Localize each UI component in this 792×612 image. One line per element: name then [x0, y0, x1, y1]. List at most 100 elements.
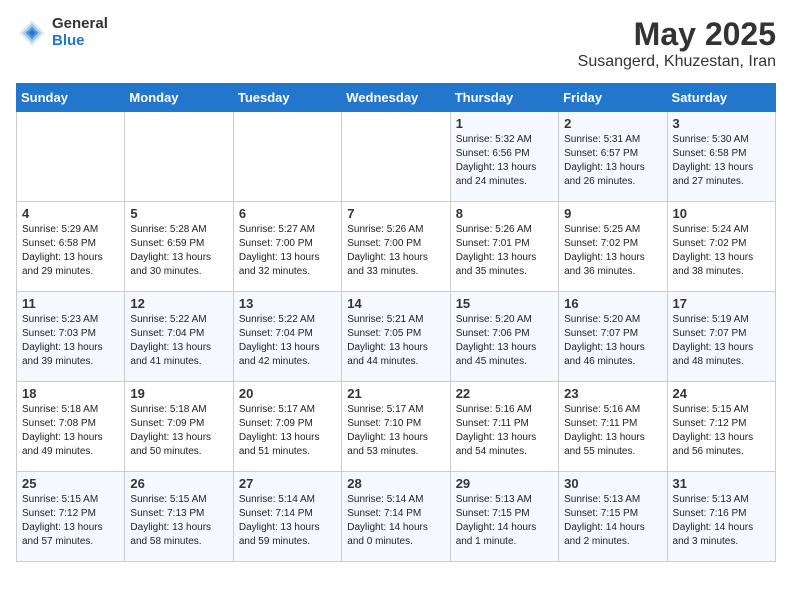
day-info-4: Sunrise: 5:29 AM Sunset: 6:58 PM Dayligh…	[22, 223, 119, 279]
cell-2-4: 15 Sunrise: 5:20 AM Sunset: 7:06 PM Dayli…	[450, 292, 558, 382]
cell-0-4: 1Sunrise: 5:32 AM Sunset: 6:56 PM Daylig…	[450, 112, 558, 202]
day-number-26: 26	[130, 476, 227, 491]
header-sunday: Sunday	[17, 84, 125, 112]
day-info-13: Sunrise: 5:22 AM Sunset: 7:04 PM Dayligh…	[239, 313, 336, 369]
cell-1-5: 9 Sunrise: 5:25 AM Sunset: 7:02 PM Daylig…	[559, 202, 667, 292]
header-thursday: Thursday	[450, 84, 558, 112]
day-info-25: Sunrise: 5:15 AM Sunset: 7:12 PM Dayligh…	[22, 493, 119, 549]
cell-0-5: 2 Sunrise: 5:31 AM Sunset: 6:57 PM Daylig…	[559, 112, 667, 202]
day-number-10: 10	[673, 206, 770, 221]
header: General Blue May 2025 Susangerd, Khuzest…	[16, 16, 776, 71]
day-number-15: 15	[456, 296, 553, 311]
subtitle: Susangerd, Khuzestan, Iran	[578, 53, 776, 71]
cell-3-2: 20Sunrise: 5:17 AM Sunset: 7:09 PM Dayli…	[233, 382, 341, 472]
cell-4-6: 31 Sunrise: 5:13 AM Sunset: 7:16 PM Dayli…	[667, 472, 775, 562]
day-info-12: Sunrise: 5:22 AM Sunset: 7:04 PM Dayligh…	[130, 313, 227, 369]
day-number-31: 31	[673, 476, 770, 491]
day-number-12: 12	[130, 296, 227, 311]
day-number-13: 13	[239, 296, 336, 311]
day-info-6: Sunrise: 5:27 AM Sunset: 7:00 PM Dayligh…	[239, 223, 336, 279]
cell-1-4: 8 Sunrise: 5:26 AM Sunset: 7:01 PM Daylig…	[450, 202, 558, 292]
day-info-29: Sunrise: 5:13 AM Sunset: 7:15 PM Dayligh…	[456, 493, 553, 549]
day-number-19: 19	[130, 386, 227, 401]
logo-text: General Blue	[52, 16, 108, 49]
cell-1-3: 7Sunrise: 5:26 AM Sunset: 7:00 PM Daylig…	[342, 202, 450, 292]
cell-3-0: 18 Sunrise: 5:18 AM Sunset: 7:08 PM Dayli…	[17, 382, 125, 472]
cell-1-6: 10 Sunrise: 5:24 AM Sunset: 7:02 PM Dayli…	[667, 202, 775, 292]
day-number-27: 27	[239, 476, 336, 491]
day-number-3: 3	[673, 116, 770, 131]
header-friday: Friday	[559, 84, 667, 112]
day-info-18: Sunrise: 5:18 AM Sunset: 7:08 PM Dayligh…	[22, 403, 119, 459]
logo-general: General	[52, 16, 108, 33]
day-number-8: 8	[456, 206, 553, 221]
day-info-26: Sunrise: 5:15 AM Sunset: 7:13 PM Dayligh…	[130, 493, 227, 549]
day-number-16: 16	[564, 296, 661, 311]
week-row-2: 4 Sunrise: 5:29 AM Sunset: 6:58 PM Daylig…	[17, 202, 776, 292]
day-info-3: Sunrise: 5:30 AM Sunset: 6:58 PM Dayligh…	[673, 133, 770, 189]
calendar-body: 1Sunrise: 5:32 AM Sunset: 6:56 PM Daylig…	[17, 112, 776, 562]
day-info-17: Sunrise: 5:19 AM Sunset: 7:07 PM Dayligh…	[673, 313, 770, 369]
day-info-22: Sunrise: 5:16 AM Sunset: 7:11 PM Dayligh…	[456, 403, 553, 459]
day-number-5: 5	[130, 206, 227, 221]
week-row-4: 18 Sunrise: 5:18 AM Sunset: 7:08 PM Dayli…	[17, 382, 776, 472]
day-number-17: 17	[673, 296, 770, 311]
cell-2-5: 16 Sunrise: 5:20 AM Sunset: 7:07 PM Dayli…	[559, 292, 667, 382]
header-row: Sunday Monday Tuesday Wednesday Thursday…	[17, 84, 776, 112]
week-row-3: 11 Sunrise: 5:23 AM Sunset: 7:03 PM Dayli…	[17, 292, 776, 382]
cell-4-3: 28Sunrise: 5:14 AM Sunset: 7:14 PM Dayli…	[342, 472, 450, 562]
day-number-14: 14	[347, 296, 444, 311]
cell-0-2	[233, 112, 341, 202]
calendar-table: Sunday Monday Tuesday Wednesday Thursday…	[16, 83, 776, 562]
day-info-11: Sunrise: 5:23 AM Sunset: 7:03 PM Dayligh…	[22, 313, 119, 369]
header-wednesday: Wednesday	[342, 84, 450, 112]
day-info-8: Sunrise: 5:26 AM Sunset: 7:01 PM Dayligh…	[456, 223, 553, 279]
day-info-23: Sunrise: 5:16 AM Sunset: 7:11 PM Dayligh…	[564, 403, 661, 459]
cell-2-0: 11 Sunrise: 5:23 AM Sunset: 7:03 PM Dayli…	[17, 292, 125, 382]
day-info-15: Sunrise: 5:20 AM Sunset: 7:06 PM Dayligh…	[456, 313, 553, 369]
day-info-14: Sunrise: 5:21 AM Sunset: 7:05 PM Dayligh…	[347, 313, 444, 369]
day-info-2: Sunrise: 5:31 AM Sunset: 6:57 PM Dayligh…	[564, 133, 661, 189]
logo-icon	[16, 17, 48, 49]
week-row-5: 25 Sunrise: 5:15 AM Sunset: 7:12 PM Dayli…	[17, 472, 776, 562]
day-number-23: 23	[564, 386, 661, 401]
cell-0-0	[17, 112, 125, 202]
day-number-7: 7	[347, 206, 444, 221]
cell-0-6: 3 Sunrise: 5:30 AM Sunset: 6:58 PM Daylig…	[667, 112, 775, 202]
day-info-24: Sunrise: 5:15 AM Sunset: 7:12 PM Dayligh…	[673, 403, 770, 459]
logo-blue: Blue	[52, 33, 108, 50]
day-number-28: 28	[347, 476, 444, 491]
day-info-9: Sunrise: 5:25 AM Sunset: 7:02 PM Dayligh…	[564, 223, 661, 279]
day-info-31: Sunrise: 5:13 AM Sunset: 7:16 PM Dayligh…	[673, 493, 770, 549]
day-number-24: 24	[673, 386, 770, 401]
cell-4-0: 25 Sunrise: 5:15 AM Sunset: 7:12 PM Dayli…	[17, 472, 125, 562]
day-number-11: 11	[22, 296, 119, 311]
day-number-4: 4	[22, 206, 119, 221]
header-monday: Monday	[125, 84, 233, 112]
cell-3-1: 19 Sunrise: 5:18 AM Sunset: 7:09 PM Dayli…	[125, 382, 233, 472]
cell-4-2: 27Sunrise: 5:14 AM Sunset: 7:14 PM Dayli…	[233, 472, 341, 562]
day-number-18: 18	[22, 386, 119, 401]
day-info-16: Sunrise: 5:20 AM Sunset: 7:07 PM Dayligh…	[564, 313, 661, 369]
cell-4-4: 29Sunrise: 5:13 AM Sunset: 7:15 PM Dayli…	[450, 472, 558, 562]
day-info-19: Sunrise: 5:18 AM Sunset: 7:09 PM Dayligh…	[130, 403, 227, 459]
day-number-30: 30	[564, 476, 661, 491]
day-number-25: 25	[22, 476, 119, 491]
day-number-9: 9	[564, 206, 661, 221]
cell-1-2: 6 Sunrise: 5:27 AM Sunset: 7:00 PM Daylig…	[233, 202, 341, 292]
header-saturday: Saturday	[667, 84, 775, 112]
cell-0-3	[342, 112, 450, 202]
header-tuesday: Tuesday	[233, 84, 341, 112]
cell-2-3: 14 Sunrise: 5:21 AM Sunset: 7:05 PM Dayli…	[342, 292, 450, 382]
day-info-1: Sunrise: 5:32 AM Sunset: 6:56 PM Dayligh…	[456, 133, 553, 189]
day-info-10: Sunrise: 5:24 AM Sunset: 7:02 PM Dayligh…	[673, 223, 770, 279]
day-info-5: Sunrise: 5:28 AM Sunset: 6:59 PM Dayligh…	[130, 223, 227, 279]
cell-1-0: 4 Sunrise: 5:29 AM Sunset: 6:58 PM Daylig…	[17, 202, 125, 292]
day-info-30: Sunrise: 5:13 AM Sunset: 7:15 PM Dayligh…	[564, 493, 661, 549]
day-number-2: 2	[564, 116, 661, 131]
day-info-21: Sunrise: 5:17 AM Sunset: 7:10 PM Dayligh…	[347, 403, 444, 459]
day-number-6: 6	[239, 206, 336, 221]
day-number-20: 20	[239, 386, 336, 401]
cell-1-1: 5 Sunrise: 5:28 AM Sunset: 6:59 PM Daylig…	[125, 202, 233, 292]
week-row-1: 1Sunrise: 5:32 AM Sunset: 6:56 PM Daylig…	[17, 112, 776, 202]
